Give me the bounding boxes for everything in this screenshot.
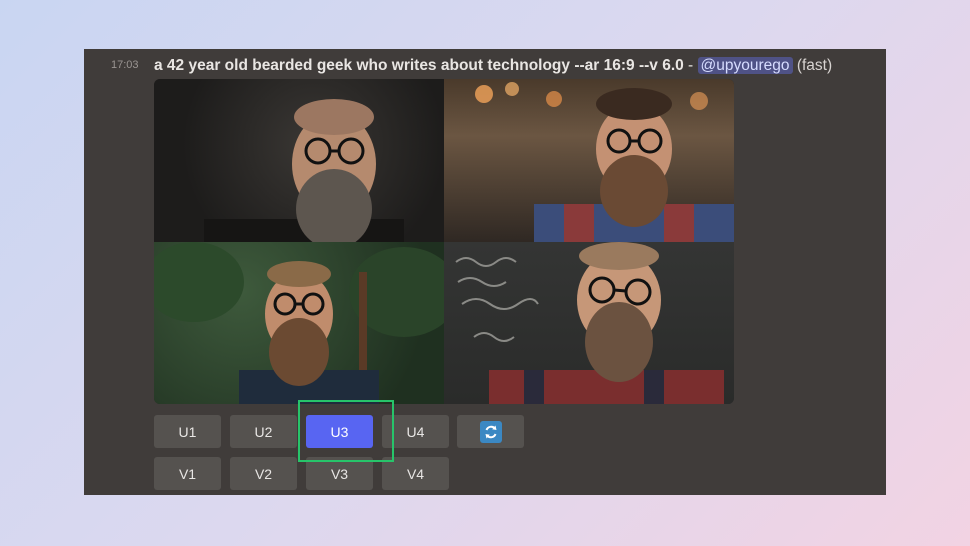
refresh-icon <box>479 420 502 443</box>
v3-button[interactable]: V3 <box>306 457 373 490</box>
grid-image-3[interactable] <box>154 241 444 404</box>
separator: - <box>683 57 698 74</box>
grid-image-2[interactable] <box>444 79 734 242</box>
v4-button[interactable]: V4 <box>382 457 449 490</box>
u4-button[interactable]: U4 <box>382 415 449 448</box>
portrait-illustration <box>455 241 724 404</box>
u1-button[interactable]: U1 <box>154 415 221 448</box>
u2-button[interactable]: U2 <box>230 415 297 448</box>
grid-image-4[interactable] <box>444 241 734 404</box>
v1-button[interactable]: V1 <box>154 457 221 490</box>
reroll-button[interactable] <box>457 415 524 448</box>
message-header: a 42 year old bearded geek who writes ab… <box>154 56 832 76</box>
portrait-illustration <box>154 241 444 404</box>
user-mention[interactable]: @upyourego <box>697 57 793 74</box>
grid-image-1[interactable] <box>154 79 444 242</box>
message-timestamp: 17:03 <box>111 59 139 71</box>
v2-button[interactable]: V2 <box>230 457 297 490</box>
image-grid[interactable] <box>154 79 734 404</box>
u3-button[interactable]: U3 <box>306 415 373 448</box>
prompt-text: a 42 year old bearded geek who writes ab… <box>154 57 684 74</box>
portrait-illustration <box>475 82 734 242</box>
portrait-illustration <box>204 99 404 242</box>
speed-label: (fast) <box>796 57 833 74</box>
